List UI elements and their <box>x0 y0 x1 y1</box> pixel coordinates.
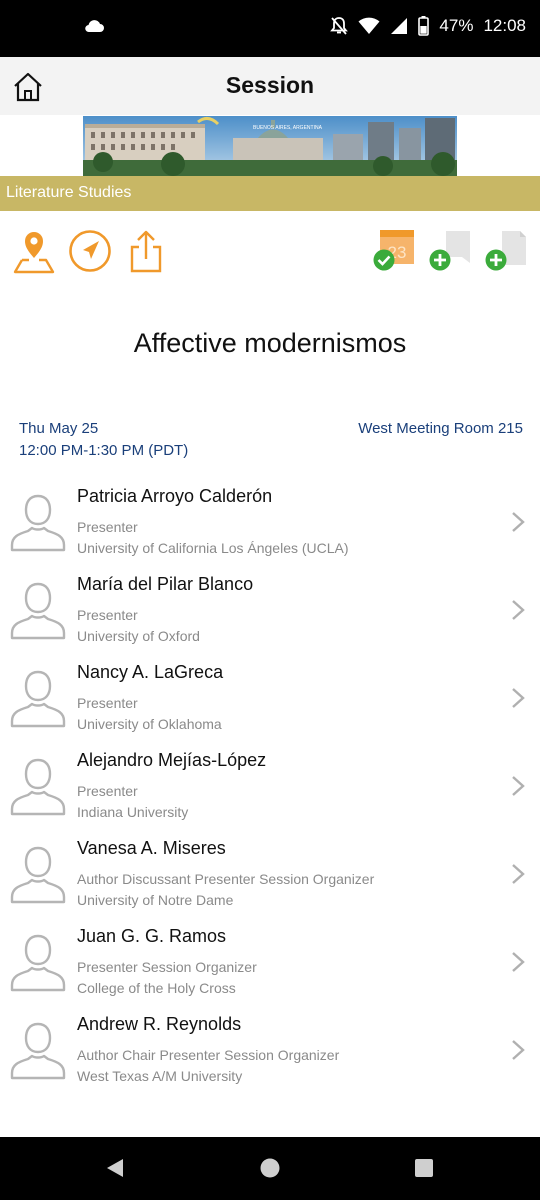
person-role: Presenter Session Organizer <box>77 959 257 975</box>
person-role: Presenter <box>77 519 138 535</box>
back-icon[interactable] <box>104 1157 126 1179</box>
chevron-right-icon <box>512 952 525 972</box>
cloud-icon <box>85 20 104 33</box>
navigate-icon[interactable] <box>68 229 112 273</box>
person-name: Nancy A. LaGreca <box>77 662 224 682</box>
person-role: Presenter <box>77 607 138 623</box>
avatar-icon <box>10 758 66 816</box>
person-affiliation: College of the Holy Cross <box>77 980 236 996</box>
map-pin-icon[interactable] <box>12 228 56 274</box>
conference-banner: BUENOS AIRES, ARGENTINA <box>83 116 457 176</box>
person-affiliation: Indiana University <box>77 804 189 820</box>
system-nav-bar <box>0 1137 540 1200</box>
person-name: Juan G. G. Ramos <box>77 926 227 946</box>
calendar-added-icon[interactable]: 23 <box>372 228 418 272</box>
wifi-icon <box>358 17 380 34</box>
chevron-right-icon <box>512 600 525 620</box>
person-name: Andrew R. Reynolds <box>77 1014 242 1034</box>
list-item[interactable]: Juan G. G. Ramos Presenter Session Organ… <box>0 920 540 1008</box>
person-affiliation: West Texas A/M University <box>77 1068 243 1084</box>
app-bar: Session <box>0 57 540 115</box>
person-name: Alejandro Mejías-López <box>77 750 267 770</box>
person-role: Presenter <box>77 783 138 799</box>
person-affiliation: University of Oklahoma <box>77 716 222 732</box>
session-datetime: Thu May 25 12:00 PM-1:30 PM (PDT) <box>19 418 188 462</box>
banner-caption: BUENOS AIRES, ARGENTINA <box>253 125 323 131</box>
list-item[interactable]: María del Pilar Blanco Presenter Univers… <box>0 568 540 656</box>
signal-icon <box>391 18 408 34</box>
person-role: Author Discussant Presenter Session Orga… <box>77 871 375 887</box>
list-item[interactable]: Patricia Arroyo Calderón Presenter Unive… <box>0 480 540 568</box>
chevron-right-icon <box>512 1040 525 1060</box>
person-name: Vanesa A. Miseres <box>77 838 226 858</box>
chevron-right-icon <box>512 512 525 532</box>
avatar-icon <box>10 846 66 904</box>
add-note-icon[interactable] <box>428 229 474 273</box>
session-title: Affective modernismos <box>133 328 407 358</box>
chevron-right-icon <box>512 864 525 884</box>
share-icon[interactable] <box>130 230 162 273</box>
avatar-icon <box>10 582 66 640</box>
add-document-icon[interactable] <box>484 229 530 273</box>
avatar-icon <box>10 1022 66 1080</box>
session-date: Thu May 25 <box>19 420 99 437</box>
avatar-icon <box>10 934 66 992</box>
home-circle-icon[interactable] <box>259 1157 281 1179</box>
session-time: 12:00 PM-1:30 PM (PDT) <box>19 442 189 459</box>
person-affiliation: University of California Los Ángeles (UC… <box>77 540 349 556</box>
list-item[interactable]: Vanesa A. Miseres Author Discussant Pres… <box>0 832 540 920</box>
list-item[interactable]: Alejandro Mejías-López Presenter Indiana… <box>0 744 540 832</box>
person-role: Presenter <box>77 695 138 711</box>
list-item[interactable]: Andrew R. Reynolds Author Chair Presente… <box>0 1008 540 1096</box>
person-affiliation: University of Notre Dame <box>77 892 234 908</box>
person-name: María del Pilar Blanco <box>77 574 254 594</box>
recents-icon[interactable] <box>413 1157 435 1179</box>
chevron-right-icon <box>512 688 525 708</box>
participants-list: Patricia Arroyo Calderón Presenter Unive… <box>0 480 540 1096</box>
battery-percent: 47% <box>439 16 474 35</box>
list-item[interactable]: Nancy A. LaGreca Presenter University of… <box>0 656 540 744</box>
person-affiliation: University of Oxford <box>77 628 200 644</box>
track-label: Literature Studies <box>0 176 540 211</box>
status-bar: 47% 12:08 <box>0 0 540 57</box>
page-title: Session <box>225 72 315 98</box>
person-name: Patricia Arroyo Calderón <box>77 486 273 506</box>
avatar-icon <box>10 670 66 728</box>
session-room[interactable]: West Meeting Room 215 <box>358 418 523 440</box>
chevron-right-icon <box>512 776 525 796</box>
clock: 12:08 <box>483 16 526 35</box>
person-role: Author Chair Presenter Session Organizer <box>77 1047 340 1063</box>
mute-icon <box>330 17 349 35</box>
battery-icon <box>418 16 430 36</box>
avatar-icon <box>10 494 66 552</box>
